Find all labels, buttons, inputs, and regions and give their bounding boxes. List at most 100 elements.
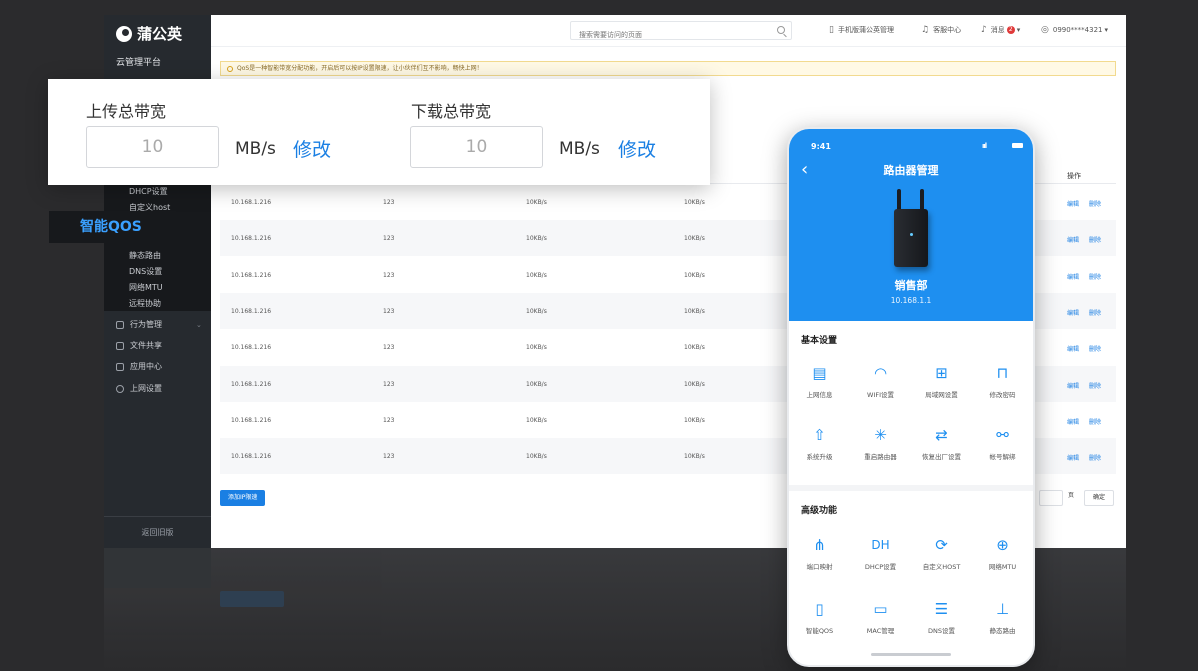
row-delete-link[interactable]: 删除 — [1089, 417, 1101, 426]
upload-edit-link[interactable]: 修改 — [293, 135, 331, 162]
chevron-down-icon: ⌄ — [196, 320, 202, 329]
grid-item-dns[interactable]: ☰ DNS设置 — [911, 599, 972, 635]
grid-item-route[interactable]: ⊥ 静态路由 — [972, 599, 1033, 635]
grid-item-dhcp[interactable]: DH DHCP设置 — [850, 535, 911, 571]
row-delete-link[interactable]: 删除 — [1089, 308, 1101, 317]
row-delete-link[interactable]: 删除 — [1089, 344, 1101, 353]
grid-item-globe[interactable]: ⊕ 网络MTU — [972, 535, 1033, 571]
behavior-icon — [116, 320, 124, 329]
cell-download: 10KB/s — [684, 307, 705, 315]
grid-item-upgrade[interactable]: ⇧ 系统升级 — [789, 425, 850, 461]
row-edit-link[interactable]: 编辑 — [1067, 235, 1079, 244]
back-to-old-version[interactable]: 返回旧版 — [104, 516, 211, 548]
grid-item-lan[interactable]: ⊞ 局域网设置 — [911, 363, 972, 399]
row-edit-link[interactable]: 编辑 — [1067, 272, 1079, 281]
smart-qos-menu-label[interactable]: 智能QOS — [49, 211, 176, 243]
add-ip-limit-button[interactable]: 添加IP限速 — [220, 490, 266, 506]
row-edit-link[interactable]: 编辑 — [1067, 417, 1079, 426]
page-number-input[interactable] — [1039, 490, 1063, 506]
grid-item-label: DHCP设置 — [864, 563, 897, 571]
submenu: DHCP设置 自定义host 静态路由 DNS设置 网络MTU 远程协助 — [104, 181, 211, 311]
submenu-item-mtu[interactable]: 网络MTU — [129, 282, 163, 293]
grid-item-label: 系统升级 — [806, 453, 833, 461]
row-delete-link[interactable]: 删除 — [1089, 199, 1101, 208]
search-input[interactable] — [571, 26, 761, 44]
chevron-down-icon: ▾ — [1104, 26, 1109, 34]
row-delete-link[interactable]: 删除 — [1089, 272, 1101, 281]
basic-settings-title: 基本设置 — [801, 336, 838, 346]
grid-item-qos[interactable]: ▯ 智能QOS — [789, 599, 850, 635]
header-actions: 操作 — [1067, 172, 1081, 180]
row-delete-link[interactable]: 删除 — [1089, 453, 1101, 462]
cell-ip: 10.168.1.216 — [231, 271, 272, 279]
platform-name: 云管理平台 — [116, 58, 162, 68]
cell-download: 10KB/s — [684, 416, 705, 424]
device-name: 销售部 — [894, 279, 928, 292]
cell-ip: 10.168.1.216 — [231, 416, 272, 424]
user-icon: ◎ — [1041, 25, 1049, 35]
grid-item-label: DNS设置 — [928, 627, 955, 635]
download-edit-link[interactable]: 修改 — [618, 135, 656, 162]
row-edit-link[interactable]: 编辑 — [1067, 453, 1079, 462]
messages-label: 消息 — [990, 26, 1005, 34]
sidebar-item-label: 文件共享 — [130, 341, 162, 350]
qos-icon: ▯ — [815, 600, 824, 618]
status-time: 9:41 — [811, 142, 831, 151]
row-delete-link[interactable]: 删除 — [1089, 235, 1101, 244]
sidebar-item-apps[interactable]: 应用中心 — [116, 361, 162, 372]
row-edit-link[interactable]: 编辑 — [1067, 308, 1079, 317]
grid-item-document[interactable]: ▤ 上网信息 — [789, 363, 850, 399]
grid-item-label: 网络MTU — [988, 563, 1017, 571]
row-edit-link[interactable]: 编辑 — [1067, 381, 1079, 390]
cell-download: 10KB/s — [684, 199, 705, 206]
account-label: 0990****4321 — [1052, 26, 1103, 34]
sidebar-item-behavior[interactable]: 行为管理 ⌄ — [116, 319, 202, 330]
support-link[interactable]: ♫ 客服中心 — [921, 25, 961, 35]
submenu-item-remote[interactable]: 远程协助 — [129, 298, 161, 309]
cell-download: 10KB/s — [684, 235, 705, 243]
grid-item-wifi[interactable]: ◠ WIFI设置 — [850, 363, 911, 399]
grid-item-unlink[interactable]: ⚯ 帐号解绑 — [972, 425, 1033, 461]
notice-text: QoS是一种智能带宽分配功能，开启后可以按IP设置限速，让小伙伴们互不影响，畅快… — [237, 65, 483, 72]
mac-icon: ▭ — [873, 600, 888, 618]
router-led — [910, 233, 913, 236]
cell-ip: 10.168.1.216 — [231, 453, 272, 461]
mobile-manage-link[interactable]: ▯ 手机版蒲公英管理 — [829, 25, 894, 35]
page-confirm-button[interactable]: 确定 — [1084, 490, 1114, 506]
cell-number: 123 — [383, 271, 395, 279]
row-delete-link[interactable]: 删除 — [1089, 381, 1101, 390]
cell-upload: 10KB/s — [526, 416, 547, 424]
sidebar-item-internet[interactable]: 上网设置 — [116, 383, 162, 394]
cell-number: 123 — [383, 307, 395, 315]
submenu-item-dhcp[interactable]: DHCP设置 — [129, 186, 168, 197]
grid-item-restart[interactable]: ✳ 重启路由器 — [850, 425, 911, 461]
submenu-item-dns[interactable]: DNS设置 — [129, 266, 162, 277]
logo: 蒲公英 — [116, 23, 182, 44]
row-edit-link[interactable]: 编辑 — [1067, 344, 1079, 353]
phone-mockup: 9:41 ııl ‹ 路由器管理 销售部 10.168.1.1 基本设置 ▤ 上网… — [787, 127, 1035, 667]
grid-item-reset[interactable]: ⇄ 恢复出厂设置 — [911, 425, 972, 461]
download-bandwidth-input[interactable] — [410, 126, 543, 168]
cell-number: 123 — [383, 199, 395, 206]
messages-link[interactable]: ♪ 消息 2 ▾ — [981, 25, 1020, 35]
route-icon: ⊥ — [995, 600, 1010, 618]
sidebar-item-file-share[interactable]: 文件共享 — [116, 340, 162, 351]
grid-item-label: 局域网设置 — [925, 391, 958, 399]
cell-download: 10KB/s — [684, 344, 705, 352]
basic-settings-panel: 基本设置 ▤ 上网信息 ◠ WIFI设置 ⊞ 局域网设置 ⊓ 修改密码 ⇧ 系统升级 ✳ 重启路由器 ⇄… — [789, 321, 1033, 485]
account-menu[interactable]: ◎ 0990****4321 ▾ — [1041, 25, 1108, 35]
host-icon: ⟳ — [935, 536, 948, 554]
row-edit-link[interactable]: 编辑 — [1067, 199, 1079, 208]
cell-upload: 10KB/s — [526, 199, 547, 206]
grid-item-port-mapping[interactable]: ⋔ 端口映射 — [789, 535, 850, 571]
grid-item-host[interactable]: ⟳ 自定义HOST — [911, 535, 972, 571]
submenu-item-static-route[interactable]: 静态路由 — [129, 250, 161, 261]
router-body — [894, 209, 928, 267]
cell-upload: 10KB/s — [526, 235, 547, 243]
search-box — [570, 21, 792, 44]
search-icon[interactable] — [777, 26, 785, 34]
grid-item-mac[interactable]: ▭ MAC管理 — [850, 599, 911, 635]
grid-item-lock[interactable]: ⊓ 修改密码 — [972, 363, 1033, 399]
upload-bandwidth-input[interactable] — [86, 126, 219, 168]
cell-ip: 10.168.1.216 — [231, 199, 272, 206]
